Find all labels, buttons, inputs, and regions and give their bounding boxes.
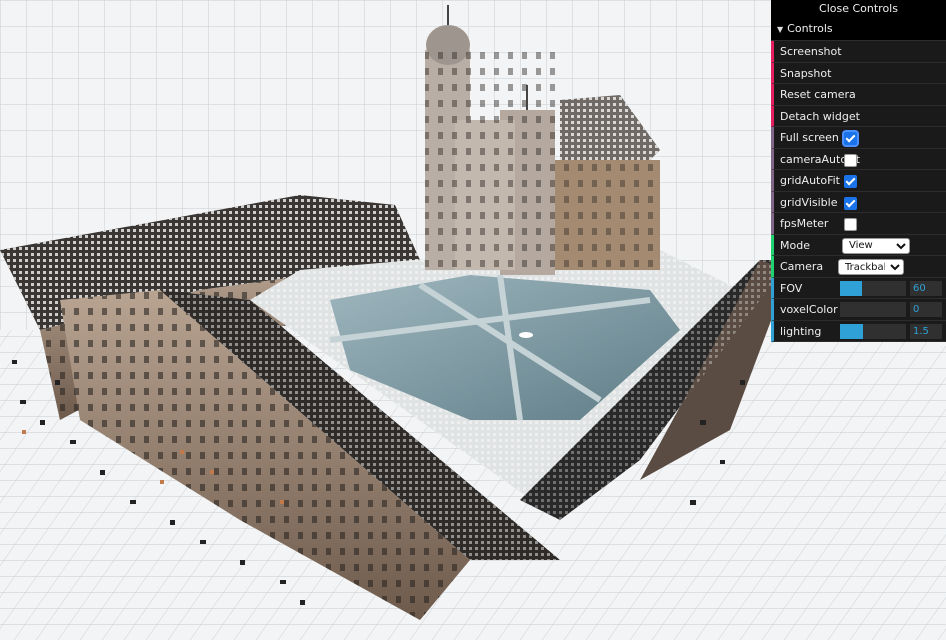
lighting-row: lighting 1.5 [771,320,946,342]
fps-meter-label: fpsMeter [780,217,829,230]
reset-camera-button[interactable]: Reset camera [771,84,946,106]
lighting-slider[interactable] [840,323,906,339]
fps-meter-checkbox[interactable] [844,218,857,231]
cathedral-nave-windows [550,160,660,270]
lighting-input[interactable]: 1.5 [910,323,942,339]
controls-folder-title[interactable]: ▼ Controls [771,18,946,41]
voxel-color-label: voxelColor [780,303,838,316]
controls-panel: Close Controls ▼ Controls Screenshot Snap… [771,0,946,342]
snapshot-button[interactable]: Snapshot [771,62,946,84]
detach-widget-label: Detach widget [780,109,860,123]
mode-label: Mode [780,238,810,252]
camera-row: Camera Trackball [771,256,946,278]
cathedral-windows [425,50,555,270]
close-controls-button[interactable]: Close Controls [771,0,946,18]
full-screen-checkbox[interactable] [844,132,857,145]
fov-input[interactable]: 60 [910,280,942,296]
screenshot-button[interactable]: Screenshot [771,41,946,63]
lighting-slider-fill [840,323,864,339]
mode-select[interactable]: View [842,237,910,254]
voxel-color-row: voxelColor 0 [771,299,946,321]
camera-select[interactable]: Trackball [838,259,904,275]
detach-widget-button[interactable]: Detach widget [771,105,946,127]
mode-row: Mode View [771,234,946,256]
screenshot-label: Screenshot [780,45,842,58]
snapshot-label: Snapshot [780,66,832,80]
triangle-down-icon: ▼ [777,25,784,34]
camera-label: Camera [780,260,824,273]
plaza-fountain [519,332,533,338]
full-screen-row: Full screen [771,127,946,149]
fps-meter-row: fpsMeter [771,213,946,235]
controls-folder-label: Controls [787,22,833,35]
fov-slider[interactable] [840,280,906,296]
camera-autofit-row: cameraAutoFit [771,148,946,170]
grid-autofit-label: gridAutoFit [780,174,840,187]
reset-camera-label: Reset camera [780,88,856,101]
grid-autofit-row: gridAutoFit [771,170,946,192]
lighting-label: lighting [780,324,822,338]
fov-label: FOV [780,281,803,295]
fov-row: FOV 60 [771,277,946,299]
full-screen-label: Full screen [780,131,839,144]
voxel-color-input[interactable]: 0 [910,302,942,317]
grid-visible-label: gridVisible [780,195,838,209]
camera-autofit-checkbox[interactable] [844,153,857,167]
voxel-color-slider[interactable] [840,302,906,317]
grid-visible-checkbox[interactable] [844,196,857,210]
grid-autofit-checkbox[interactable] [844,175,857,188]
fov-slider-fill [840,280,862,296]
grid-visible-row: gridVisible [771,191,946,213]
